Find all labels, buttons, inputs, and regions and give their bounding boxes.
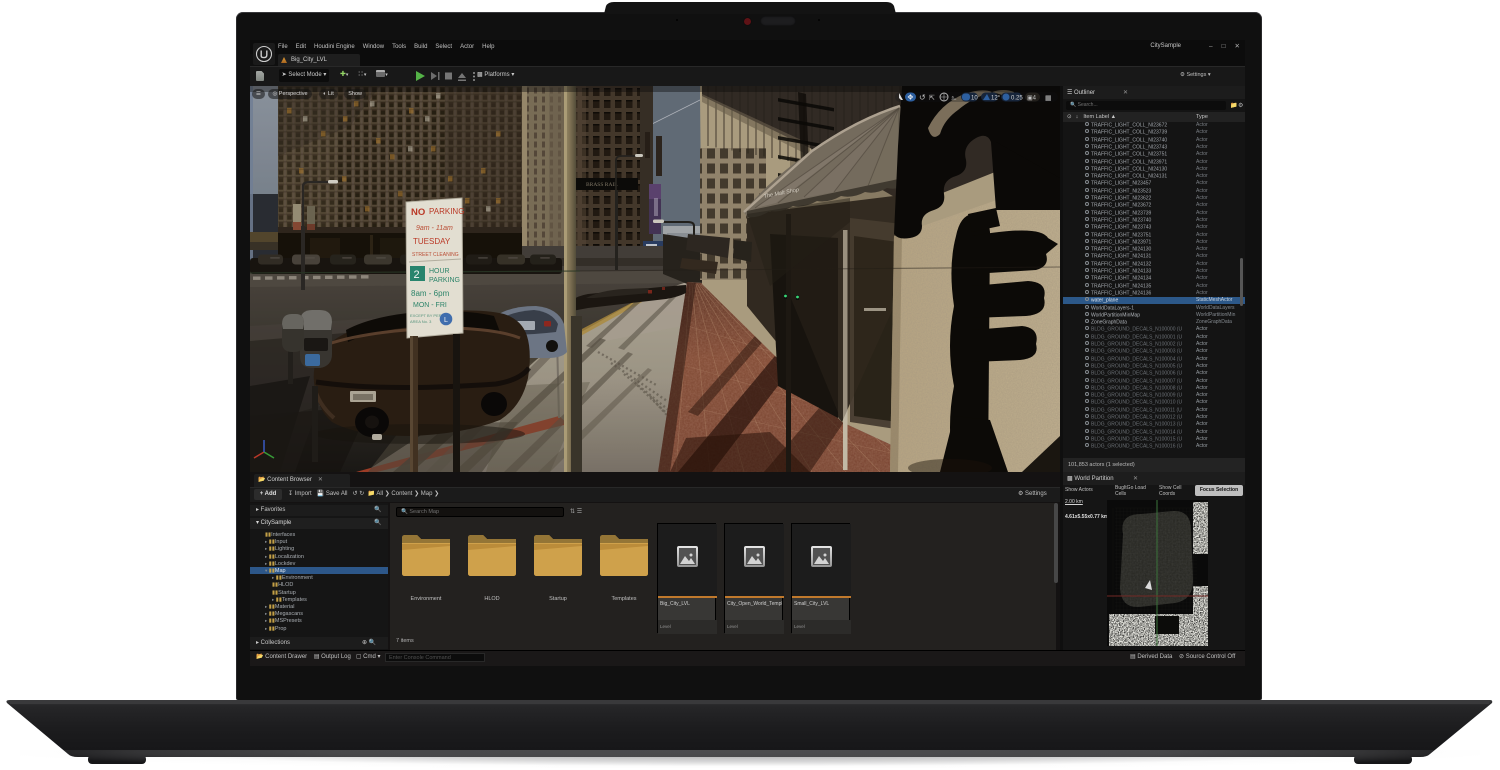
svg-text:PARKING: PARKING	[429, 207, 464, 216]
svg-text:↺: ↺	[919, 93, 926, 102]
svg-text:12°: 12°	[991, 96, 1001, 102]
svg-text:L: L	[444, 317, 448, 324]
svg-text:⇱: ⇱	[929, 94, 935, 102]
svg-text:9am - 11am: 9am - 11am	[416, 225, 453, 232]
svg-text:NO: NO	[411, 207, 425, 218]
svg-text:2: 2	[414, 269, 420, 281]
svg-text:HOUR: HOUR	[429, 268, 450, 275]
svg-text:▦: ▦	[1045, 95, 1052, 102]
svg-text:MON - FRI: MON - FRI	[413, 302, 447, 309]
svg-text:✥: ✥	[908, 94, 914, 102]
svg-text:STREET CLEANING: STREET CLEANING	[412, 252, 459, 258]
svg-text:▣4: ▣4	[1027, 96, 1037, 102]
svg-text:TUESDAY: TUESDAY	[413, 237, 451, 246]
svg-text:8am - 6pm: 8am - 6pm	[411, 289, 450, 298]
svg-text:⎁: ⎁	[951, 95, 957, 102]
svg-text:BRASS RAIL: BRASS RAIL	[586, 182, 618, 188]
svg-text:0.25: 0.25	[1011, 96, 1023, 102]
svg-text:AREA No. 3: AREA No. 3	[410, 319, 432, 324]
svg-text:10: 10	[971, 96, 978, 102]
svg-text:PARKING: PARKING	[429, 277, 460, 284]
